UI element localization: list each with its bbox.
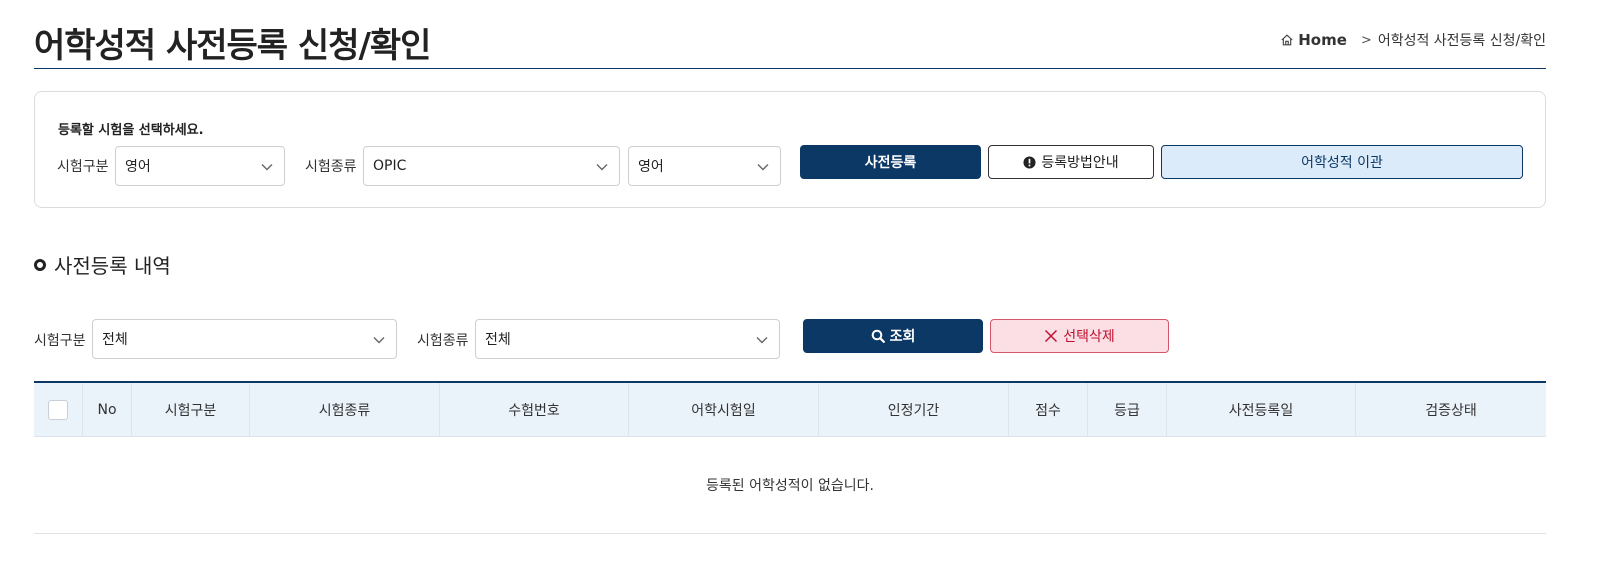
breadcrumb-current: 어학성적 사전등록 신청/확인	[1377, 33, 1546, 49]
registration-guide-button[interactable]: 등록방법안내	[988, 145, 1154, 179]
search-button-label: 조회	[889, 329, 916, 345]
filter-category-select[interactable]: 전체	[92, 319, 397, 359]
column-header-exam-date: 어학시험일	[629, 383, 819, 436]
column-header-exam-number: 수험번호	[440, 383, 629, 436]
home-icon[interactable]	[1280, 33, 1294, 47]
filter-category-value: 전체	[102, 332, 128, 348]
column-header-valid-period: 인정기간	[819, 383, 1009, 436]
chevron-down-icon	[373, 337, 385, 344]
column-header-verify-status: 검증상태	[1425, 402, 1477, 419]
registration-guide-label: 등록방법안내	[1041, 155, 1119, 171]
breadcrumb-home-link[interactable]: Home	[1298, 31, 1347, 49]
table-header-row: No 시험구분 시험종류 수험번호 어학시험일 인정기간 점수 등급 사전등록일…	[34, 381, 1546, 437]
chevron-down-icon	[757, 164, 769, 171]
exam-category-select[interactable]: 영어	[115, 146, 285, 186]
column-header-no: No	[83, 383, 132, 436]
column-header-score: 점수	[1009, 383, 1088, 436]
filter-type-select[interactable]: 전체	[475, 319, 780, 359]
exam-category-label: 시험구분	[57, 159, 109, 175]
select-all-checkbox[interactable]	[48, 399, 68, 420]
exam-type-select[interactable]: OPIC	[363, 146, 620, 186]
exclamation-circle-icon	[1023, 155, 1036, 169]
column-header-register-date: 사전등록일	[1167, 383, 1356, 436]
filter-type-label: 시험종류	[417, 333, 469, 349]
page-title: 어학성적 사전등록 신청/확인	[34, 26, 431, 66]
search-button[interactable]: 조회	[803, 319, 983, 353]
breadcrumb: Home > 어학성적 사전등록 신청/확인	[1280, 30, 1546, 50]
column-header-exam-type: 시험종류	[250, 383, 440, 436]
title-divider	[34, 68, 1546, 69]
registration-instruction: 등록할 시험을 선택하세요.	[58, 123, 204, 138]
section-title-text: 사전등록 내역	[54, 254, 171, 278]
delete-selected-label: 선택삭제	[1063, 329, 1115, 345]
pre-register-button[interactable]: 사전등록	[800, 145, 981, 179]
bullet-ring-icon	[34, 258, 46, 271]
delete-selected-button[interactable]: 선택삭제	[990, 319, 1169, 353]
registration-panel: 등록할 시험을 선택하세요. 시험구분 영어 시험종류 OPIC 영어 사전등록…	[34, 91, 1546, 208]
section-title-history: 사전등록 내역	[34, 250, 171, 279]
exam-type-label: 시험종류	[305, 159, 357, 175]
filter-category-label: 시험구분	[34, 333, 86, 349]
filter-type-value: 전체	[485, 332, 511, 348]
search-icon	[871, 329, 885, 343]
close-icon	[1045, 329, 1058, 343]
chevron-down-icon	[596, 164, 608, 171]
chevron-down-icon	[261, 164, 273, 171]
header-checkbox-cell	[34, 383, 83, 436]
language-select[interactable]: 영어	[628, 146, 781, 186]
history-table: No 시험구분 시험종류 수험번호 어학시험일 인정기간 점수 등급 사전등록일…	[34, 381, 1546, 534]
chevron-right-icon: >	[1360, 32, 1372, 48]
language-value: 영어	[638, 159, 664, 175]
score-transfer-button[interactable]: 어학성적 이관	[1161, 145, 1523, 179]
chevron-down-icon	[756, 337, 768, 344]
table-empty-message: 등록된 어학성적이 없습니다.	[34, 437, 1546, 534]
column-header-grade: 등급	[1088, 383, 1167, 436]
exam-category-value: 영어	[125, 159, 151, 175]
column-header-exam-category: 시험구분	[132, 383, 250, 436]
exam-type-value: OPIC	[373, 158, 407, 174]
